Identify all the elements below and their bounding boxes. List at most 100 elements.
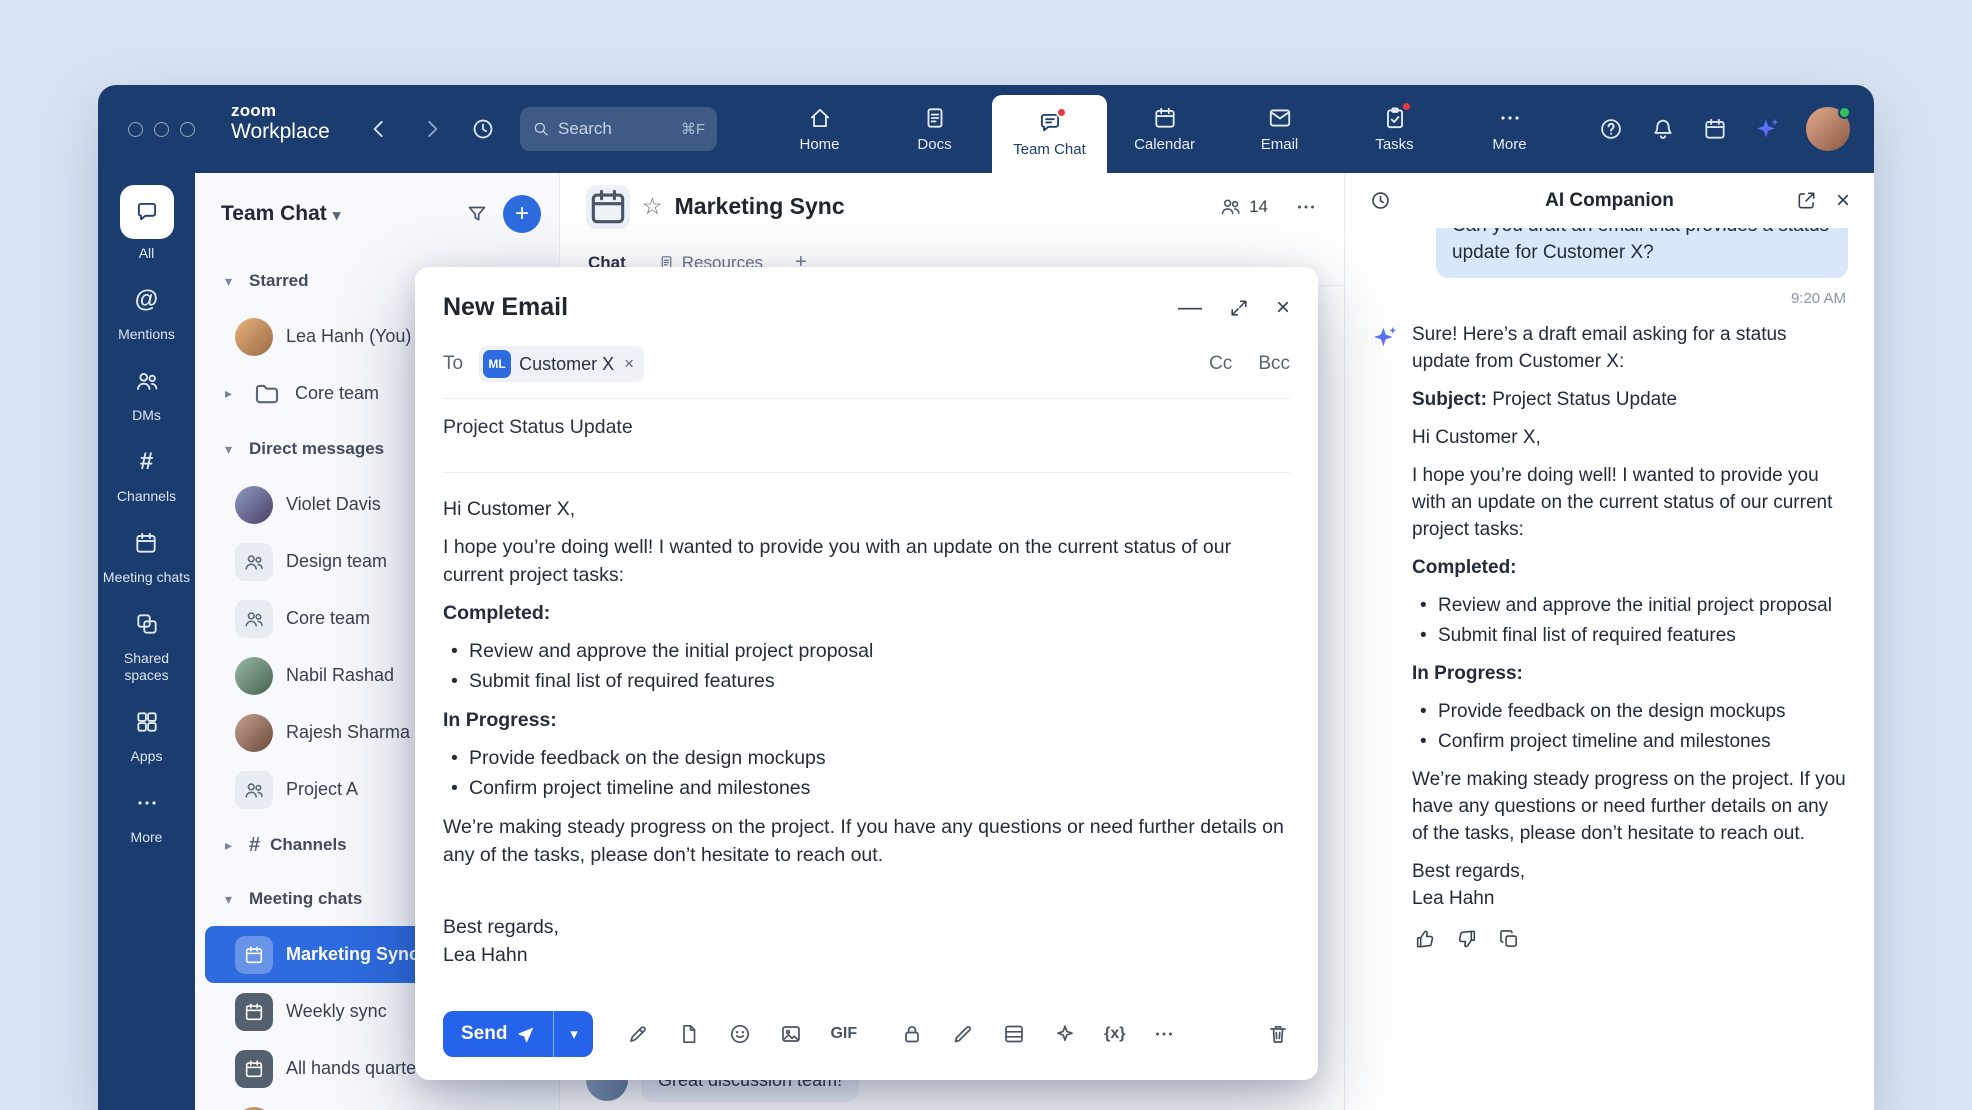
- remove-recipient-icon[interactable]: ×: [624, 354, 634, 374]
- variables-icon[interactable]: {x}: [1104, 1025, 1125, 1043]
- user-avatar[interactable]: [1806, 107, 1850, 151]
- search-input[interactable]: Search ⌘F: [520, 107, 717, 151]
- channel-calendar-icon: [586, 185, 630, 229]
- help-icon[interactable]: [1598, 116, 1624, 142]
- avatar: [235, 486, 273, 524]
- ai-sparkle-outline-icon[interactable]: [1053, 1022, 1077, 1046]
- edit-pencil-icon[interactable]: [951, 1022, 975, 1046]
- lock-icon[interactable]: [900, 1022, 924, 1046]
- filter-icon[interactable]: [465, 202, 489, 226]
- caret-down-icon: ▾: [225, 273, 239, 290]
- close-icon[interactable]: ×: [1836, 189, 1850, 213]
- nav-team-chat[interactable]: Team Chat: [992, 95, 1107, 173]
- forward-icon[interactable]: [419, 116, 445, 142]
- notifications-bell-icon[interactable]: [1650, 116, 1676, 142]
- copy-icon[interactable]: [1498, 928, 1520, 950]
- caret-right-icon: ▸: [225, 385, 239, 402]
- chat-icon: [134, 199, 160, 225]
- rail-item-mentions[interactable]: @ Mentions: [118, 280, 175, 342]
- history-icon[interactable]: [1369, 189, 1392, 212]
- team-chat-dropdown[interactable]: Team Chat▾: [221, 202, 347, 226]
- avatar: [235, 1107, 273, 1110]
- modal-title: New Email: [443, 293, 568, 322]
- window-minimize-button[interactable]: [154, 122, 169, 137]
- layout-icon[interactable]: [1002, 1022, 1026, 1046]
- open-in-new-icon[interactable]: [1795, 189, 1818, 212]
- compose-toolbar: Send ▾ GIF {x}: [443, 988, 1290, 1080]
- more-icon: [134, 790, 160, 816]
- search-placeholder: Search: [558, 119, 612, 139]
- nav-tasks[interactable]: Tasks: [1337, 85, 1452, 173]
- close-icon[interactable]: ×: [1276, 296, 1290, 320]
- star-icon[interactable]: ☆: [642, 193, 663, 220]
- ai-companion-sparkle-icon[interactable]: [1754, 116, 1780, 142]
- attach-file-icon[interactable]: [677, 1022, 701, 1046]
- thumbs-down-icon[interactable]: [1456, 928, 1478, 950]
- more-options-icon[interactable]: [1152, 1022, 1176, 1046]
- meeting-icon: [235, 993, 273, 1031]
- avatar: [235, 657, 273, 695]
- rail-item-channels[interactable]: # Channels: [117, 442, 176, 504]
- ai-response-text: Sure! Here’s a draft email asking for a …: [1412, 321, 1848, 950]
- ai-conversation: Can you draft an email that provides a s…: [1345, 228, 1874, 1110]
- topbar: zoom Workplace Search ⌘F Home Docs Team …: [98, 85, 1874, 173]
- chevron-down-icon: ▾: [333, 206, 347, 224]
- mini-calendar-icon[interactable]: [1702, 116, 1728, 142]
- apps-icon: [134, 709, 160, 735]
- emoji-icon[interactable]: [728, 1022, 752, 1046]
- new-chat-button[interactable]: +: [503, 195, 541, 233]
- team-icon: [235, 543, 273, 581]
- rail-item-meeting-chats[interactable]: Meeting chats: [103, 523, 190, 585]
- send-plane-icon: [516, 1025, 535, 1044]
- subject-field[interactable]: Project Status Update: [443, 399, 1290, 456]
- send-options-button[interactable]: ▾: [553, 1011, 593, 1057]
- email-body-editor[interactable]: Hi Customer X, I hope you’re doing well!…: [443, 473, 1290, 969]
- rail-item-dms[interactable]: DMs: [127, 361, 167, 423]
- caret-right-icon: ▸: [225, 837, 239, 854]
- cc-button[interactable]: Cc: [1209, 353, 1232, 375]
- expand-icon[interactable]: [1228, 297, 1250, 319]
- docs-icon: [922, 105, 948, 131]
- history-icon[interactable]: [470, 116, 496, 142]
- thumbs-up-icon[interactable]: [1414, 928, 1436, 950]
- shared-spaces-icon: [134, 611, 160, 637]
- window-close-button[interactable]: [128, 122, 143, 137]
- trash-icon[interactable]: [1266, 1022, 1290, 1046]
- nav-home[interactable]: Home: [762, 85, 877, 173]
- meeting-icon: [235, 936, 273, 974]
- rail-item-more[interactable]: More: [127, 783, 167, 845]
- presence-indicator: [1838, 106, 1851, 119]
- window-zoom-button[interactable]: [180, 122, 195, 137]
- nav-calendar[interactable]: Calendar: [1107, 85, 1222, 173]
- recipient-chip[interactable]: ML Customer X ×: [479, 346, 644, 382]
- ai-sparkle-icon: [1371, 324, 1398, 351]
- search-icon: [532, 120, 550, 138]
- send-button[interactable]: Send: [443, 1011, 553, 1057]
- topbar-right: [1598, 85, 1850, 173]
- member-count[interactable]: 14: [1219, 195, 1268, 218]
- email-icon: [1267, 105, 1293, 131]
- user-prompt-bubble: Can you draft an email that provides a s…: [1436, 228, 1848, 278]
- rail-item-all[interactable]: All: [120, 185, 174, 261]
- ai-response: Sure! Here’s a draft email asking for a …: [1371, 321, 1848, 950]
- chat-row-lea-rajesh[interactable]: Lea/Rajesh 1:1: [195, 1097, 559, 1110]
- bcc-button[interactable]: Bcc: [1258, 353, 1290, 375]
- zoom-workplace-logo: zoom Workplace: [231, 101, 330, 144]
- gif-icon[interactable]: GIF: [830, 1025, 857, 1043]
- team-icon: [235, 600, 273, 638]
- back-icon[interactable]: [366, 116, 392, 142]
- signature-pen-icon[interactable]: [626, 1022, 650, 1046]
- rail-item-apps[interactable]: Apps: [127, 702, 167, 764]
- channel-more-icon[interactable]: [1294, 195, 1318, 219]
- calendar-icon: [133, 530, 159, 556]
- nav-email[interactable]: Email: [1222, 85, 1337, 173]
- hash-icon: #: [249, 834, 260, 857]
- nav-docs[interactable]: Docs: [877, 85, 992, 173]
- to-field[interactable]: To ML Customer X × Cc Bcc: [443, 346, 1290, 382]
- image-icon[interactable]: [779, 1022, 803, 1046]
- more-icon: [1497, 105, 1523, 131]
- nav-more[interactable]: More: [1452, 85, 1567, 173]
- rail-item-shared-spaces[interactable]: Shared spaces: [103, 604, 191, 682]
- minimize-icon[interactable]: —: [1178, 296, 1202, 320]
- ai-companion-header: AI Companion ×: [1345, 173, 1874, 228]
